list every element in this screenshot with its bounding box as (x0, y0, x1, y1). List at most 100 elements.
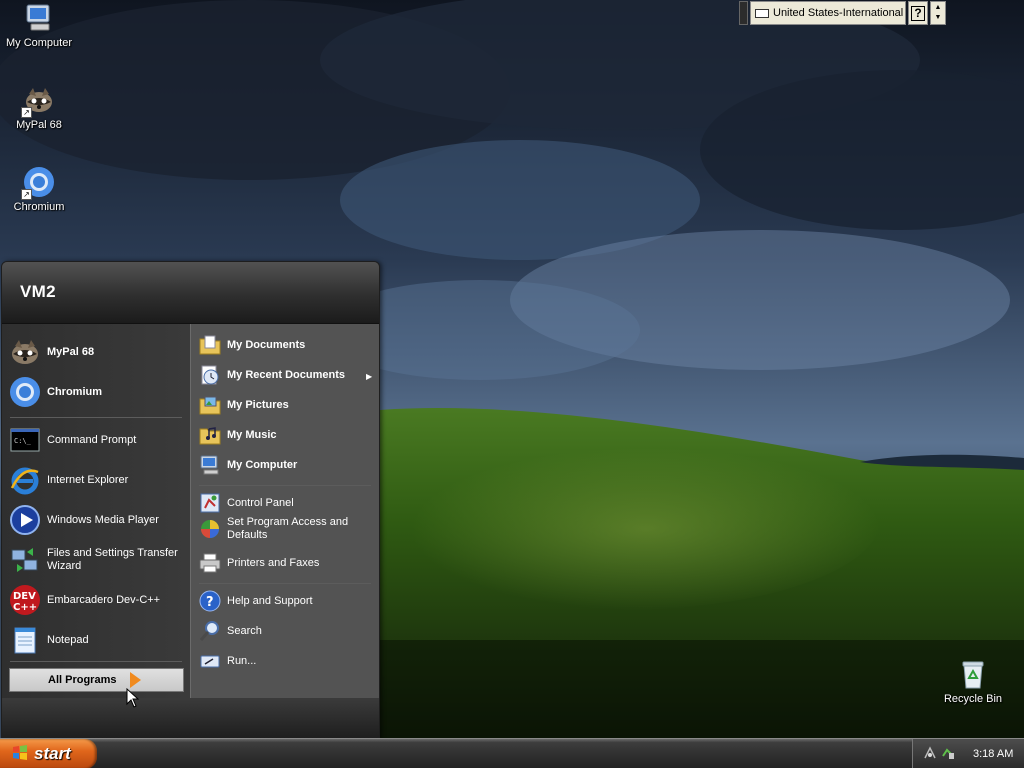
user-name: VM2 (20, 282, 56, 301)
menu-item-devcpp[interactable]: DEV C++ Embarcadero Dev-C++ (9, 584, 160, 616)
menu-item-my-documents[interactable]: My Documents (199, 334, 305, 356)
desktop-icon-label: My Computer (5, 37, 73, 49)
all-programs-label: All Programs (48, 674, 117, 686)
menu-item-my-pictures[interactable]: My Pictures (199, 394, 289, 416)
menu-item-label: Command Prompt (47, 433, 137, 446)
desktop-icon-my-computer[interactable]: My Computer (1, 2, 77, 50)
menu-item-help-support[interactable]: ? Help and Support (199, 590, 313, 612)
recent-documents-icon (199, 364, 221, 386)
media-player-icon (9, 504, 41, 536)
folder-documents-icon (199, 334, 221, 356)
folder-pictures-icon (199, 394, 221, 416)
menu-item-label: Files and Settings Transfer Wizard (47, 547, 178, 572)
menu-item-mypal[interactable]: MyPal 68 (9, 336, 94, 368)
separator (199, 583, 371, 584)
internet-explorer-icon (9, 464, 41, 496)
menu-item-my-music[interactable]: My Music (199, 424, 277, 446)
printer-icon (199, 552, 221, 574)
menu-item-label: My Music (227, 428, 277, 441)
svg-text:DEV: DEV (13, 591, 36, 602)
taskbar: start 3:18 AM (0, 738, 1024, 768)
separator (10, 417, 182, 418)
submenu-arrow-icon: ▶ (366, 372, 373, 381)
menu-item-media-player[interactable]: Windows Media Player (9, 504, 159, 536)
desktop-icon-chromium[interactable]: ↗ Chromium (1, 166, 77, 214)
shortcut-arrow-icon: ↗ (21, 107, 32, 118)
svg-text:C++: C++ (13, 602, 37, 613)
menu-item-chromium[interactable]: Chromium (9, 376, 102, 408)
control-panel-icon (199, 492, 221, 514)
start-label: start (34, 744, 71, 763)
svg-text:?: ? (206, 595, 214, 610)
svg-text:C:\_: C:\_ (14, 437, 32, 445)
start-menu-footer (2, 698, 379, 738)
search-icon (199, 620, 221, 642)
command-prompt-icon: C:\_ (9, 424, 41, 456)
menu-item-label: Search (227, 624, 262, 637)
menu-item-label: Windows Media Player (47, 513, 159, 526)
menu-item-command-prompt[interactable]: C:\_ Command Prompt (9, 424, 136, 456)
arrow-right-icon (130, 672, 142, 688)
menu-item-internet-explorer[interactable]: Internet Explorer (9, 464, 128, 496)
language-bar-options-button[interactable]: ▲ ▼ (930, 1, 946, 25)
language-bar: United States-International ? ▲ ▼ (739, 0, 951, 26)
desktop-icon-label: MyPal 68 (16, 119, 62, 131)
keyboard-icon (755, 8, 769, 18)
menu-item-label: MyPal 68 (47, 345, 95, 358)
mypal-icon (9, 336, 41, 368)
clock[interactable]: 3:18 AM (973, 748, 1013, 760)
safely-remove-icon[interactable] (941, 746, 955, 763)
menu-item-label: Notepad (47, 633, 89, 646)
menu-item-notepad[interactable]: Notepad (9, 624, 89, 656)
menu-item-label: My Computer (227, 458, 298, 471)
menu-item-label: Run... (227, 654, 257, 667)
menu-item-label: Embarcadero Dev-C++ (47, 593, 161, 606)
desktop-icon-recycle-bin[interactable]: Recycle Bin (935, 658, 1011, 706)
desktop-icon-label: Chromium (13, 201, 65, 213)
menu-item-program-access[interactable]: Set Program Access and Defaults (199, 516, 359, 542)
chromium-icon: ↗ (21, 166, 55, 200)
network-icon[interactable] (923, 745, 937, 763)
chromium-icon (9, 376, 41, 408)
language-bar-help-button[interactable]: ? (908, 1, 928, 25)
menu-item-label: Chromium (47, 385, 102, 398)
menu-item-label: Set Program Access and Defaults (227, 516, 349, 541)
menu-item-label: Help and Support (227, 594, 313, 607)
menu-item-transfer-wizard[interactable]: Files and Settings Transfer Wizard (9, 544, 184, 576)
menu-item-my-computer[interactable]: My Computer (199, 454, 297, 476)
desktop-icon-label: Recycle Bin (943, 693, 1003, 705)
separator (10, 661, 182, 662)
run-icon (199, 650, 221, 672)
menu-item-my-recent-documents[interactable]: My Recent Documents ▶ (199, 364, 375, 386)
menu-item-printers-faxes[interactable]: Printers and Faxes (199, 552, 319, 574)
start-menu-header: VM2 (2, 262, 379, 324)
all-programs-button[interactable]: All Programs (9, 668, 184, 692)
input-language-button[interactable]: United States-International (750, 1, 906, 25)
start-menu-places-pane: My Documents My Recent Documents ▶ My Pi… (190, 324, 379, 698)
menu-item-search[interactable]: Search (199, 620, 262, 642)
help-icon: ? (911, 5, 925, 21)
mouse-cursor-icon (126, 687, 140, 708)
menu-item-run[interactable]: Run... (199, 650, 256, 672)
recycle-bin-icon (957, 658, 989, 690)
menu-item-label: Internet Explorer (47, 473, 129, 486)
menu-item-control-panel[interactable]: Control Panel (199, 492, 294, 514)
menu-item-label: My Recent Documents (227, 368, 345, 381)
desktop-icon-mypal[interactable]: ↗ MyPal 68 (1, 84, 77, 132)
separator (199, 485, 371, 486)
program-access-icon (199, 518, 221, 540)
devcpp-icon: DEV C++ (9, 584, 41, 616)
mypal-icon: ↗ (21, 84, 55, 118)
start-button[interactable]: start (0, 739, 97, 768)
shortcut-arrow-icon: ↗ (21, 189, 32, 200)
start-menu-programs-pane: MyPal 68 Chromium C:\_ Command Prompt In… (2, 324, 190, 698)
windows-logo-icon (12, 744, 28, 764)
menu-item-label: My Documents (227, 338, 306, 351)
my-computer-icon (23, 2, 55, 34)
language-bar-grip[interactable] (739, 1, 748, 25)
start-menu: VM2 MyPal 68 Chromium C:\_ Command Promp… (1, 261, 380, 739)
menu-item-label: My Pictures (227, 398, 289, 411)
notepad-icon (9, 624, 41, 656)
menu-item-label: Control Panel (227, 496, 294, 509)
menu-item-label: Printers and Faxes (227, 556, 320, 569)
